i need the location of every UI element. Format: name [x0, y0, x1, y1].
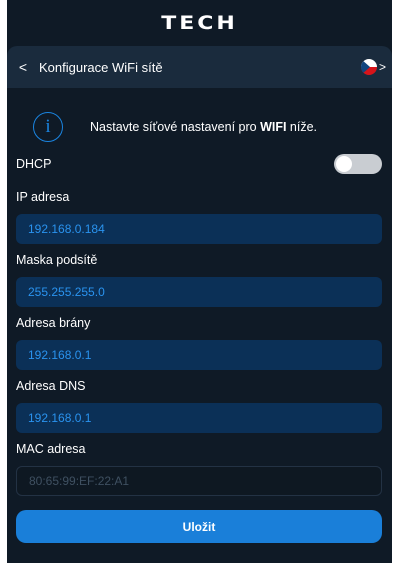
dns-input[interactable]: [16, 403, 382, 433]
dhcp-label: DHCP: [16, 157, 52, 171]
subnet-mask-input[interactable]: [16, 277, 382, 307]
czech-flag-icon: [360, 59, 377, 75]
back-button[interactable]: <: [7, 59, 39, 75]
dns-field-group: Adresa DNS: [16, 377, 382, 433]
dns-label: Adresa DNS: [16, 379, 86, 393]
chevron-left-icon: <: [18, 59, 28, 75]
gateway-input[interactable]: [16, 340, 382, 370]
ip-field-group: IP adresa: [16, 188, 382, 244]
mac-field-group: MAC adresa: [16, 440, 382, 496]
gateway-label: Adresa brány: [16, 316, 91, 330]
title-bar: < Konfigurace WiFi sítě >: [7, 46, 392, 88]
app-frame: TECH < Konfigurace WiFi sítě > i Nastavt…: [7, 0, 392, 563]
language-selector[interactable]: >: [360, 59, 386, 75]
toggle-knob: [336, 156, 352, 172]
dhcp-toggle[interactable]: [334, 154, 382, 174]
brand-bar: TECH: [7, 0, 392, 46]
info-icon: i: [33, 112, 63, 142]
chevron-right-icon: >: [378, 60, 386, 74]
ip-label: IP adresa: [16, 190, 70, 204]
mac-address-input: [16, 466, 382, 496]
ip-address-input[interactable]: [16, 214, 382, 244]
gateway-field-group: Adresa brány: [16, 314, 382, 370]
dhcp-row: DHCP: [16, 154, 382, 174]
info-message: Nastavte síťové nastavení pro WIFI níže.: [90, 120, 318, 134]
mac-label: MAC adresa: [16, 442, 86, 456]
mask-label: Maska podsítě: [16, 253, 98, 267]
page-title: Konfigurace WiFi sítě: [39, 59, 163, 75]
mask-field-group: Maska podsítě: [16, 251, 382, 307]
save-button[interactable]: Uložit: [16, 510, 382, 543]
tech-logo: TECH: [161, 12, 238, 34]
info-notice: i Nastavte síťové nastavení pro WIFI níž…: [33, 112, 317, 142]
